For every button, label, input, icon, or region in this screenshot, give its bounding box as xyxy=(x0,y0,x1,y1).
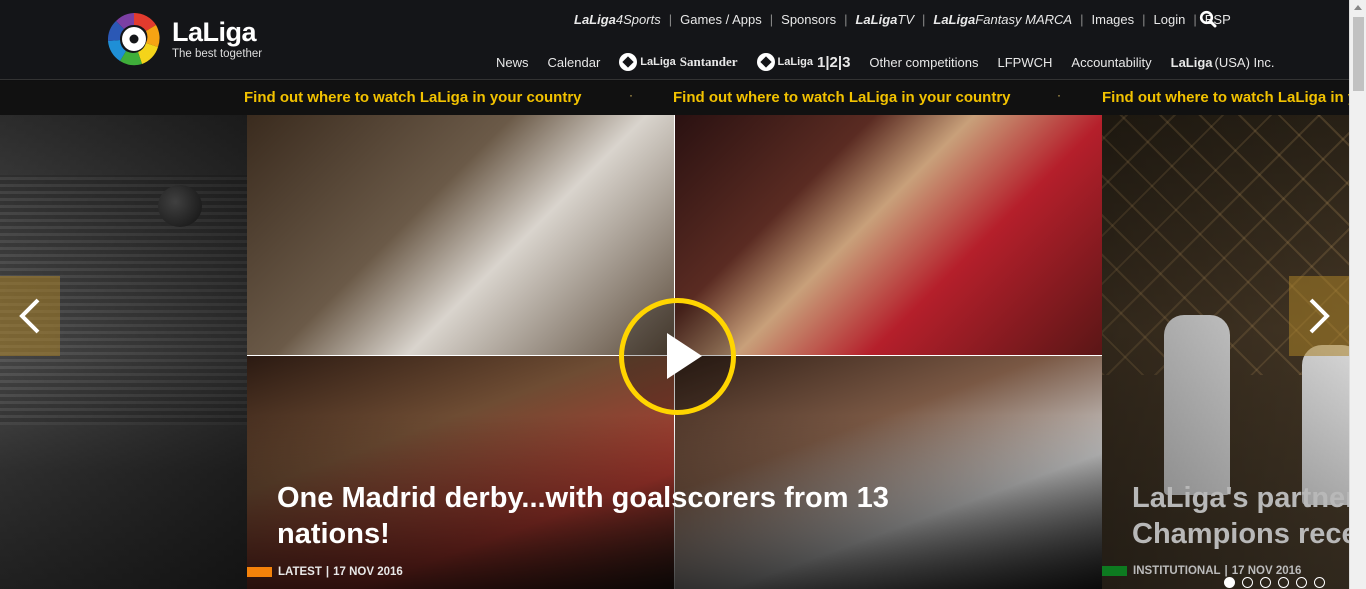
meta-separator: | xyxy=(1224,565,1228,577)
next-slide-headline[interactable]: LaLiga's partner Champions rece xyxy=(1132,480,1349,552)
liga123-number: 1|2|3 xyxy=(816,53,851,71)
top-link-laligatv[interactable]: LaLigaTV xyxy=(855,12,914,27)
nav-laliga-santander[interactable]: LaLiga Santander xyxy=(619,53,738,71)
brand-prefix: LaLiga xyxy=(640,56,676,68)
next-slide-date: 17 NOV 2016 xyxy=(1231,565,1302,577)
nav-separator: | xyxy=(1080,11,1084,27)
sponsor-name: Santander xyxy=(679,54,738,69)
carousel-dot[interactable] xyxy=(1224,577,1235,588)
top-link-laliga4sports[interactable]: LaLiga4Sports xyxy=(574,12,661,27)
top-link-games-apps[interactable]: Games / Apps xyxy=(680,12,762,27)
top-link-login[interactable]: Login xyxy=(1154,12,1186,27)
carousel-dot[interactable] xyxy=(1260,577,1271,588)
logo-tagline: The best together xyxy=(172,48,263,60)
photo-real-madrid-players xyxy=(247,115,674,355)
laliga-homepage: LaLiga The best together LaLiga4Sports |… xyxy=(0,0,1366,589)
carousel-dot[interactable] xyxy=(1296,577,1307,588)
slide-date: 17 NOV 2016 xyxy=(333,566,403,578)
current-slide[interactable]: One Madrid derby...with goalscorers from… xyxy=(247,115,1102,589)
nav-laliga-123[interactable]: LaLiga 1|2|3 xyxy=(756,53,851,71)
top-link-images[interactable]: Images xyxy=(1092,12,1135,27)
brand-suffix: 4Sports xyxy=(615,11,661,27)
hero-carousel: One Madrid derby...with goalscorers from… xyxy=(0,115,1349,589)
play-video-button[interactable] xyxy=(619,298,736,415)
nav-separator: | xyxy=(769,11,774,27)
brand-prefix: LaLiga xyxy=(574,11,616,27)
ticker-message[interactable]: Find out where to watch LaLiga in your c… xyxy=(1102,89,1349,106)
nav-laliga-usa[interactable]: LaLiga (USA) Inc. xyxy=(1171,55,1275,70)
nav-separator: | xyxy=(668,11,673,27)
logo-text: LaLiga The best together xyxy=(172,18,262,60)
nav-accountability[interactable]: Accountability xyxy=(1071,55,1151,70)
photo-atletico-player xyxy=(675,115,1102,355)
slide-headline[interactable]: One Madrid derby...with goalscorers from… xyxy=(277,480,957,552)
carousel-dot[interactable] xyxy=(1278,577,1289,588)
nav-separator: | xyxy=(922,11,926,27)
slide-meta: LATEST | 17 NOV 2016 xyxy=(247,565,403,579)
laliga-logo[interactable]: LaLiga The best together xyxy=(106,10,266,68)
nav-separator: | xyxy=(1142,11,1146,27)
carousel-pagination xyxy=(1224,577,1332,588)
laliga-ball-icon xyxy=(756,53,775,71)
search-icon[interactable] xyxy=(1199,10,1217,28)
brand-suffix: TV xyxy=(897,11,914,27)
main-nav: News Calendar LaLiga Santander LaLiga 1|… xyxy=(496,52,1294,72)
brand-prefix: LaLiga xyxy=(933,11,976,27)
usa-suffix: (USA) Inc. xyxy=(1214,54,1275,70)
next-headline-line: Champions rece xyxy=(1132,518,1349,550)
nav-news[interactable]: News xyxy=(496,55,529,70)
meta-separator: | xyxy=(325,566,330,578)
carousel-dot[interactable] xyxy=(1314,577,1325,588)
brand-prefix: LaLiga xyxy=(855,11,898,27)
chevron-left-icon xyxy=(19,298,40,334)
ticker-message[interactable]: Find out where to watch LaLiga in your c… xyxy=(244,89,582,106)
next-slide-category[interactable]: INSTITUTIONAL xyxy=(1133,565,1221,577)
laliga-logo-icon xyxy=(107,12,160,66)
laliga-ball-icon xyxy=(619,53,638,71)
nav-separator: | xyxy=(844,11,848,27)
ticker-message[interactable]: Find out where to watch LaLiga in your c… xyxy=(673,89,1011,106)
site-header: LaLiga The best together LaLiga4Sports |… xyxy=(0,0,1349,80)
top-utility-nav: LaLiga4Sports | Games / Apps | Sponsors … xyxy=(574,9,1231,29)
brand-prefix: LaLiga xyxy=(1170,54,1213,70)
nav-calendar[interactable]: Calendar xyxy=(548,55,601,70)
chevron-right-icon xyxy=(1309,298,1330,334)
category-color-bar xyxy=(247,567,272,577)
ticker-separator: · xyxy=(629,88,633,102)
page-scrollbar[interactable] xyxy=(1349,0,1366,589)
announcement-ticker[interactable]: Find out where to watch LaLiga in your c… xyxy=(0,81,1349,115)
top-link-sponsors[interactable]: Sponsors xyxy=(781,12,836,27)
play-icon xyxy=(667,333,702,379)
nav-separator: | xyxy=(1193,11,1197,27)
next-headline-line: LaLiga's partner xyxy=(1132,482,1349,514)
brand-suffix: Fantasy MARCA xyxy=(975,11,1073,27)
top-link-laliga-fantasy[interactable]: LaLigaFantasy MARCA xyxy=(933,12,1072,27)
carousel-dot[interactable] xyxy=(1242,577,1253,588)
category-color-bar xyxy=(1102,566,1127,576)
nav-lfpwch[interactable]: LFPWCH xyxy=(998,55,1053,70)
brand-prefix: LaLiga xyxy=(777,56,813,68)
next-slide-meta: INSTITUTIONAL | 17 NOV 2016 xyxy=(1102,565,1301,577)
carousel-prev-button[interactable] xyxy=(0,276,60,356)
nav-other-competitions[interactable]: Other competitions xyxy=(869,55,978,70)
logo-title: LaLiga xyxy=(172,17,257,47)
scroll-up-arrow-icon[interactable] xyxy=(1354,5,1362,10)
ticker-separator: · xyxy=(1057,88,1061,102)
slide-category[interactable]: LATEST xyxy=(278,566,322,578)
scrollbar-thumb[interactable] xyxy=(1353,17,1364,91)
carousel-next-button[interactable] xyxy=(1289,276,1349,356)
